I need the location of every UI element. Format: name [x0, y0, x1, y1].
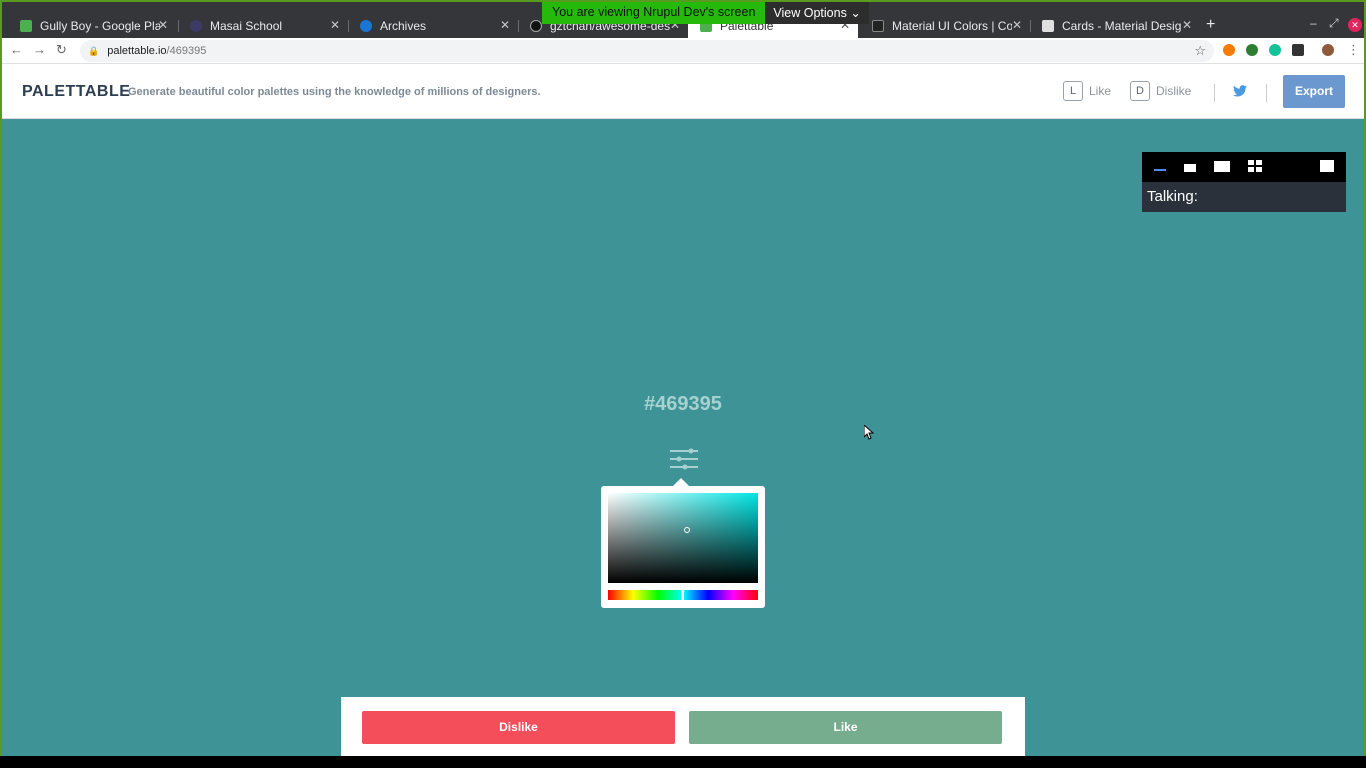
extension-icon[interactable]	[1292, 44, 1304, 56]
adjust-sliders-icon[interactable]	[669, 447, 699, 471]
dislike-key: D	[1130, 81, 1150, 101]
close-icon[interactable]: ✕	[500, 18, 510, 32]
github-icon	[530, 20, 542, 32]
close-icon[interactable]: ✕	[1182, 18, 1192, 32]
view-options-button[interactable]: View Options ⌄	[765, 2, 869, 24]
profile-avatar[interactable]	[1322, 44, 1334, 56]
minimize-icon[interactable]: –	[1310, 16, 1317, 30]
tagline: Generate beautiful color palettes using …	[128, 86, 541, 98]
layout-strip-icon[interactable]	[1154, 169, 1166, 171]
tab-masai-school[interactable]: Masai School ✕	[178, 14, 348, 38]
like-label: Like	[1089, 84, 1112, 98]
close-icon[interactable]: ✕	[158, 18, 168, 32]
grammarly-icon[interactable]	[1269, 44, 1281, 56]
app-header: PALETTABLE Generate beautiful color pale…	[2, 64, 1364, 119]
tab-archives[interactable]: Archives ✕	[348, 14, 518, 38]
browser-window: Gully Boy - Google Play M ✕ Masai School…	[0, 0, 1366, 756]
hue-thumb[interactable]	[681, 589, 684, 601]
like-key: L	[1063, 81, 1083, 101]
logo[interactable]: PALETTABLE	[22, 83, 130, 101]
screen-share-banner: You are viewing Nrupul Dev's screen View…	[542, 2, 869, 24]
dislike-button[interactable]: Dislike	[362, 711, 675, 744]
talking-label: Talking:	[1147, 188, 1198, 205]
material-design-icon	[1042, 20, 1054, 32]
meeting-panel: Talking:	[1142, 152, 1346, 212]
url-domain: palettable.io	[107, 45, 167, 57]
maximize-icon[interactable]: ⤢	[1329, 16, 1339, 31]
evernote-icon[interactable]	[1246, 44, 1258, 56]
masai-icon	[190, 20, 202, 32]
tab-title: Material UI Colors | Colo	[892, 19, 1012, 33]
picker-handle[interactable]	[684, 527, 690, 533]
material-icon	[872, 20, 884, 32]
back-icon[interactable]: ←	[10, 42, 23, 57]
url-input[interactable]: 🔒 palettable.io/469395 ☆	[80, 40, 1214, 62]
tab-cards[interactable]: Cards - Material Design ✕	[1030, 14, 1200, 38]
layout-toolbar	[1142, 152, 1346, 182]
hex-code[interactable]: #469395	[2, 393, 1364, 416]
like-button[interactable]: Like	[689, 711, 1002, 744]
like-header-button[interactable]: L Like	[1063, 81, 1111, 101]
tab-title: Archives	[380, 19, 427, 33]
tab-gully-boy[interactable]: Gully Boy - Google Play M ✕	[8, 14, 176, 38]
window-close-icon[interactable]: ✕	[1348, 18, 1362, 32]
hue-slider[interactable]	[608, 589, 758, 601]
close-icon[interactable]: ✕	[1012, 18, 1022, 32]
share-message: You are viewing Nrupul Dev's screen	[542, 2, 766, 24]
tab-title: Masai School	[210, 19, 283, 33]
url-path: /469395	[166, 45, 207, 57]
lock-icon: 🔒	[88, 45, 100, 56]
chevron-down-icon: ⌄	[850, 6, 861, 20]
export-button[interactable]: Export	[1283, 75, 1345, 108]
layout-grid-icon[interactable]	[1248, 160, 1254, 165]
reload-icon[interactable]: ↻	[56, 42, 67, 58]
extension-icon[interactable]	[1223, 44, 1235, 56]
vote-bar: Dislike Like	[341, 697, 1025, 756]
close-icon[interactable]: ✕	[330, 18, 340, 32]
color-canvas: #469395 Talking: Dislike Like	[2, 119, 1364, 756]
address-bar: ← → ↻ 🔒 palettable.io/469395 ☆ ⋮	[2, 38, 1364, 64]
tab-material-colors[interactable]: Material UI Colors | Colo ✕	[860, 14, 1030, 38]
mouse-cursor-icon	[863, 423, 875, 445]
layout-large-icon[interactable]	[1214, 161, 1230, 172]
layout-small-icon[interactable]	[1184, 164, 1196, 172]
new-tab-button[interactable]: +	[1206, 16, 1215, 34]
dislike-label: Dislike	[1156, 84, 1192, 98]
forward-icon[interactable]: →	[33, 42, 46, 57]
bookmark-star-icon[interactable]: ☆	[1194, 43, 1206, 59]
saturation-value-area[interactable]	[608, 493, 758, 583]
google-play-icon	[20, 20, 32, 32]
twitter-icon[interactable]	[1233, 84, 1247, 100]
archives-icon	[360, 20, 372, 32]
menu-icon[interactable]: ⋮	[1347, 42, 1360, 58]
popout-icon[interactable]	[1320, 160, 1334, 172]
view-options-label: View Options	[773, 6, 847, 20]
tab-title: Gully Boy - Google Play M	[40, 19, 160, 33]
dislike-header-button[interactable]: D Dislike	[1130, 81, 1191, 101]
tab-title: Cards - Material Design	[1062, 19, 1182, 33]
color-picker	[601, 478, 765, 608]
